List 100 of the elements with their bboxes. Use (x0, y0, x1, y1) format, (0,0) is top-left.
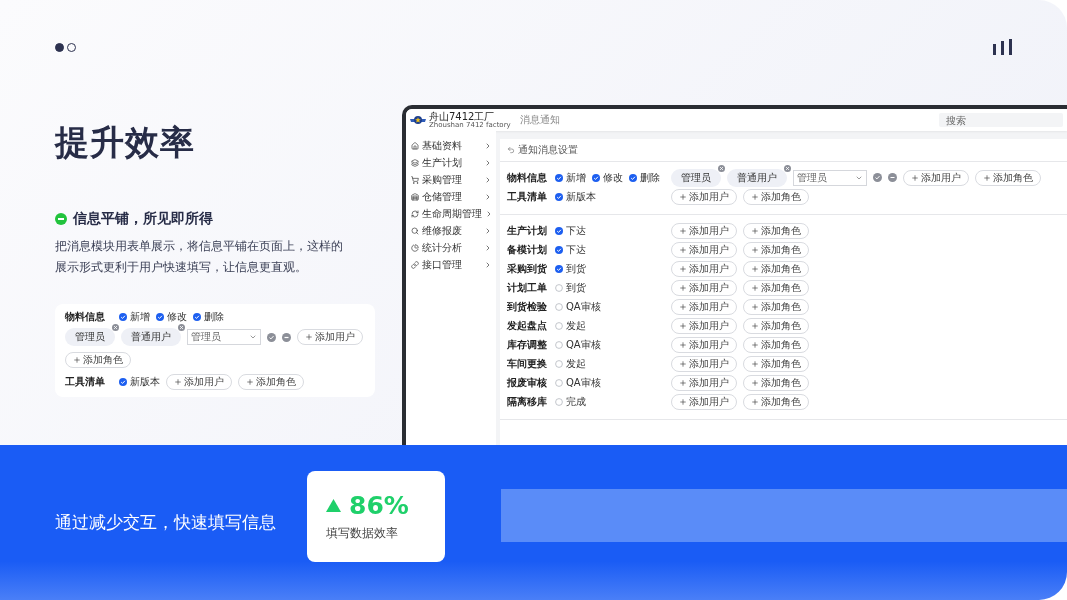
add-button[interactable]: 添加角色 (743, 188, 809, 205)
sidebar-item[interactable]: 生产计划 (406, 154, 496, 171)
plus-icon (751, 245, 759, 254)
checkbox[interactable] (555, 192, 563, 201)
role-select[interactable]: 管理员 (187, 329, 261, 345)
checkbox[interactable] (555, 283, 563, 292)
row-label: 工具清单 (507, 189, 548, 204)
sidebar-item[interactable]: 仓储管理 (406, 188, 496, 205)
remove-icon[interactable] (178, 324, 185, 331)
option-label: 新版本 (566, 189, 596, 204)
checkbox[interactable] (555, 264, 563, 273)
add-button[interactable]: 添加用户 (671, 298, 737, 315)
sidebar-item[interactable]: 维修报废 (406, 222, 496, 239)
checkbox[interactable] (555, 378, 563, 387)
plus-icon (751, 264, 759, 273)
add-button[interactable]: 添加用户 (671, 393, 737, 410)
add-button[interactable]: 添加角色 (65, 352, 131, 368)
checkbox[interactable] (555, 173, 563, 182)
add-button[interactable]: 添加用户 (903, 169, 969, 186)
sidebar-item[interactable]: 基础资料 (406, 137, 496, 154)
add-button[interactable]: 添加角色 (743, 355, 809, 372)
checkbox[interactable] (156, 313, 164, 321)
add-button[interactable]: 添加角色 (743, 222, 809, 239)
plus-icon (679, 226, 687, 235)
check-circle-icon[interactable] (873, 173, 882, 182)
row-label: 工具清单 (65, 374, 106, 389)
checkbox[interactable] (555, 359, 563, 368)
add-button[interactable]: 添加用户 (671, 355, 737, 372)
add-button[interactable]: 添加用户 (671, 317, 737, 334)
add-button[interactable]: 添加用户 (671, 222, 737, 239)
checkbox[interactable] (555, 226, 563, 235)
checkbox[interactable] (629, 173, 637, 182)
checkbox[interactable] (555, 245, 563, 254)
add-button[interactable]: 添加角色 (743, 317, 809, 334)
checkbox[interactable] (193, 313, 201, 321)
checkbox[interactable] (555, 397, 563, 406)
add-button[interactable]: 添加用户 (671, 279, 737, 296)
plus-icon (174, 377, 182, 386)
checkbox[interactable] (555, 302, 563, 311)
checkbox[interactable] (119, 377, 127, 386)
option-label: QA审核 (566, 337, 601, 352)
checkbox[interactable] (555, 340, 563, 349)
add-button[interactable]: 添加角色 (743, 374, 809, 391)
row-label: 备模计划 (507, 242, 548, 257)
plus-icon (751, 340, 759, 349)
option-label: 新增 (130, 310, 150, 324)
option-label: QA审核 (566, 375, 601, 390)
plus-icon (73, 356, 81, 364)
remove-icon[interactable] (112, 324, 119, 331)
row-label: 物料信息 (65, 310, 106, 324)
plus-icon (751, 378, 759, 387)
sidebar-item[interactable]: 生命周期管理 (406, 205, 496, 222)
checkbox[interactable] (119, 313, 127, 321)
add-button[interactable]: 添加角色 (743, 298, 809, 315)
sidebar-item[interactable]: 采购管理 (406, 171, 496, 188)
remove-icon[interactable] (784, 164, 791, 172)
menu-icon (411, 260, 419, 269)
back-icon[interactable] (507, 146, 515, 154)
sidebar-item[interactable]: 统计分析 (406, 239, 496, 256)
add-button[interactable]: 添加角色 (743, 241, 809, 258)
banner-text: 通过减少交互，快速填写信息 (55, 511, 277, 534)
plus-icon (679, 378, 687, 387)
plus-icon (751, 192, 759, 201)
row-label: 报废审核 (507, 375, 548, 390)
add-button[interactable]: 添加角色 (743, 393, 809, 410)
pager-dot[interactable] (55, 42, 64, 52)
add-button[interactable]: 添加用户 (671, 260, 737, 277)
remove-icon[interactable] (718, 164, 725, 172)
plus-icon (751, 226, 759, 235)
option-label: 到货 (566, 280, 586, 295)
add-button[interactable]: 添加角色 (743, 279, 809, 296)
option-label: 修改 (603, 170, 623, 185)
add-button[interactable]: 添加角色 (975, 169, 1041, 186)
add-button[interactable]: 添加角色 (743, 260, 809, 277)
plus-icon (679, 245, 687, 254)
menu-icon (411, 226, 419, 235)
plus-icon (679, 359, 687, 368)
add-button[interactable]: 添加用户 (671, 336, 737, 353)
checkbox[interactable] (555, 321, 563, 330)
add-button[interactable]: 添加用户 (671, 241, 737, 258)
option-label: 下达 (566, 242, 586, 257)
checkbox[interactable] (592, 173, 600, 182)
add-button[interactable]: 添加用户 (671, 374, 737, 391)
row-label: 车间更换 (507, 356, 548, 371)
add-button[interactable]: 添加用户 (166, 373, 232, 390)
row-label: 隔离移库 (507, 394, 548, 409)
sidebar-item[interactable]: 接口管理 (406, 256, 496, 273)
add-button[interactable]: 添加角色 (743, 336, 809, 353)
option-label: 修改 (167, 310, 187, 324)
add-button[interactable]: 添加用户 (671, 188, 737, 205)
role-select[interactable]: 管理员 (793, 169, 867, 186)
stat-label: 填写数据效率 (326, 526, 399, 541)
add-button[interactable]: 添加角色 (238, 373, 304, 390)
check-circle-icon[interactable] (267, 332, 276, 342)
add-button[interactable]: 添加用户 (297, 329, 363, 345)
minus-circle-icon[interactable] (282, 332, 291, 342)
minus-circle-icon[interactable] (888, 173, 897, 182)
breadcrumb[interactable]: 消息通知 (520, 113, 560, 127)
row-label: 物料信息 (507, 170, 548, 185)
minus-circle-icon (55, 213, 67, 225)
